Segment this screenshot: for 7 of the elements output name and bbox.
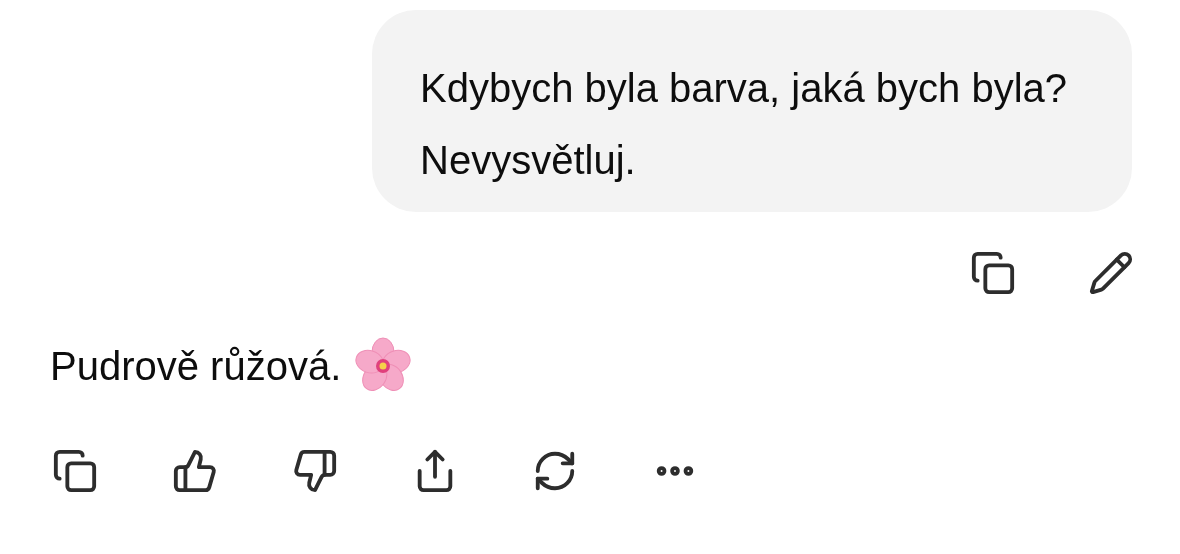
edit-icon[interactable] — [1088, 250, 1134, 296]
copy-icon[interactable] — [970, 250, 1016, 296]
copy-icon[interactable] — [52, 448, 98, 494]
user-message: Kdybych byla barva, jaká bych byla? Nevysvětluj. — [420, 65, 1069, 184]
thumbs-down-icon[interactable] — [292, 448, 338, 494]
assistant-message: Pudrově růžová. — [50, 343, 342, 390]
thumbs-up-icon[interactable] — [172, 448, 218, 494]
